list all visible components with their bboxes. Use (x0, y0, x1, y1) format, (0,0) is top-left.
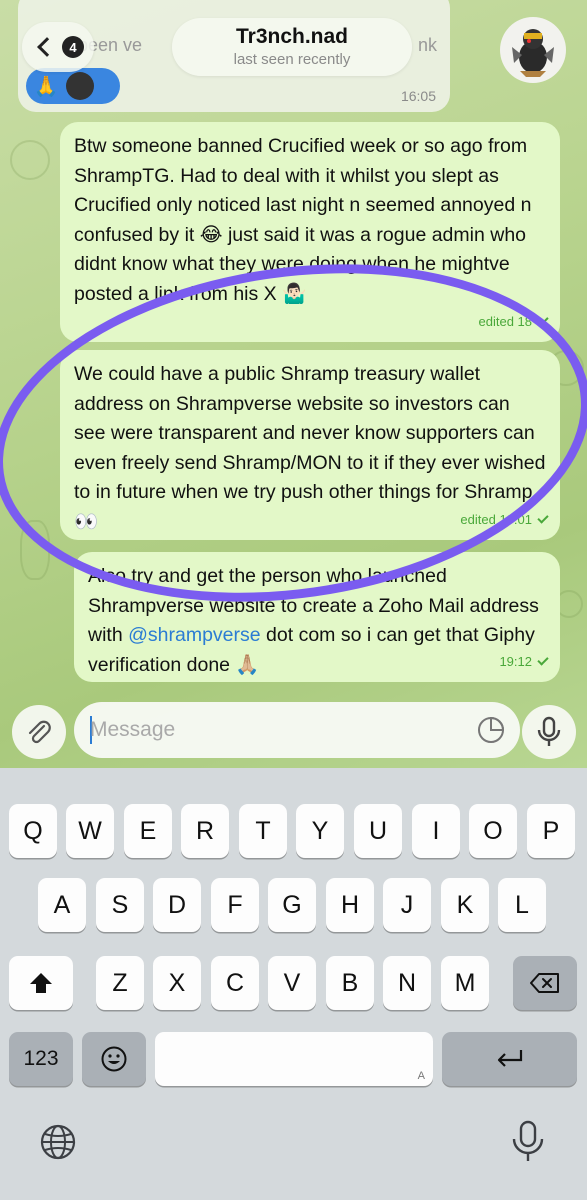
received-message-text-end: nk (418, 35, 438, 55)
key-q[interactable]: Q (9, 804, 57, 858)
microphone-icon (537, 716, 561, 746)
key-v[interactable]: V (268, 956, 316, 1010)
onscreen-keyboard: Q W E R T Y U I O P A S D F G H J K L Z … (0, 768, 587, 1200)
contact-avatar[interactable] (500, 17, 566, 83)
backspace-key[interactable] (513, 956, 577, 1010)
key-a[interactable]: A (38, 878, 86, 932)
backspace-icon (530, 973, 559, 993)
key-s[interactable]: S (96, 878, 144, 932)
key-p[interactable]: P (527, 804, 575, 858)
voice-message-button[interactable] (522, 705, 576, 759)
key-m[interactable]: M (441, 956, 489, 1010)
key-b[interactable]: B (326, 956, 374, 1010)
key-o[interactable]: O (469, 804, 517, 858)
numbers-key[interactable]: 123 (9, 1032, 73, 1086)
paperclip-icon (28, 720, 51, 744)
message-field[interactable] (74, 702, 520, 758)
attach-button[interactable] (12, 705, 66, 759)
read-check-icon (537, 512, 549, 524)
return-arrow-icon (497, 1050, 522, 1067)
key-d[interactable]: D (153, 878, 201, 932)
key-x[interactable]: X (153, 956, 201, 1010)
return-key[interactable] (442, 1032, 577, 1086)
key-n[interactable]: N (383, 956, 431, 1010)
message-input[interactable] (90, 712, 450, 748)
chevron-left-icon (37, 37, 57, 57)
message-meta: 19:12 (499, 647, 549, 677)
outgoing-message-bubble[interactable]: Btw someone banned Crucified week or so … (60, 122, 560, 342)
read-check-icon (537, 314, 549, 326)
key-g[interactable]: G (268, 878, 316, 932)
composer-bar (0, 700, 587, 768)
mention-link[interactable]: @shrampverse (128, 624, 261, 646)
pray-reaction-icon[interactable]: 🙏 (32, 72, 60, 100)
contact-name: Tr3nch.nad (235, 25, 349, 48)
reaction-bar[interactable]: 🙏 (26, 68, 120, 104)
key-j[interactable]: J (383, 878, 431, 932)
sticker-icon[interactable] (476, 715, 506, 745)
chat-title[interactable]: Tr3nch.nad last seen recently (172, 18, 412, 76)
key-w[interactable]: W (66, 804, 114, 858)
chat-area: been ve nk 🙏 16:05 4 Tr3nch.nad last see… (0, 0, 587, 768)
globe-icon[interactable] (38, 1122, 78, 1162)
key-k[interactable]: K (441, 878, 489, 932)
message-time: 16:05 (400, 88, 436, 104)
shift-key[interactable] (9, 956, 73, 1010)
key-r[interactable]: R (181, 804, 229, 858)
reactor-avatar (66, 72, 94, 100)
message-meta: edited 19:01 (460, 505, 549, 535)
dictation-microphone-icon[interactable] (510, 1120, 546, 1164)
read-check-icon (537, 654, 549, 666)
message-edited-time: edited 18 (478, 313, 533, 329)
key-l[interactable]: L (498, 878, 546, 932)
key-y[interactable]: Y (296, 804, 344, 858)
message-meta: edited 18 (479, 307, 549, 337)
message-edited-time: edited 19:01 (460, 511, 532, 527)
emoji-key[interactable] (82, 1032, 146, 1086)
key-z[interactable]: Z (96, 956, 144, 1010)
back-button[interactable]: 4 (22, 22, 94, 72)
key-i[interactable]: I (412, 804, 460, 858)
contact-status: last seen recently (233, 51, 351, 68)
shift-arrow-icon (30, 973, 52, 993)
key-u[interactable]: U (354, 804, 402, 858)
outgoing-message-bubble[interactable]: Also try and get the person who launched… (74, 552, 560, 682)
message-time: 19:12 (499, 653, 532, 669)
unread-count-badge: 4 (62, 36, 84, 58)
message-text: Btw someone banned Crucified week or so … (74, 135, 532, 305)
key-f[interactable]: F (211, 878, 259, 932)
key-t[interactable]: T (239, 804, 287, 858)
key-e[interactable]: E (124, 804, 172, 858)
key-h[interactable]: H (326, 878, 374, 932)
key-c[interactable]: C (211, 956, 259, 1010)
space-key-hint: A (417, 1070, 425, 1082)
space-key[interactable]: A (155, 1032, 433, 1086)
emoji-face-icon (101, 1046, 127, 1072)
avatar-image-icon (512, 29, 554, 77)
outgoing-message-bubble[interactable]: We could have a public Shramp treasury w… (60, 350, 560, 540)
